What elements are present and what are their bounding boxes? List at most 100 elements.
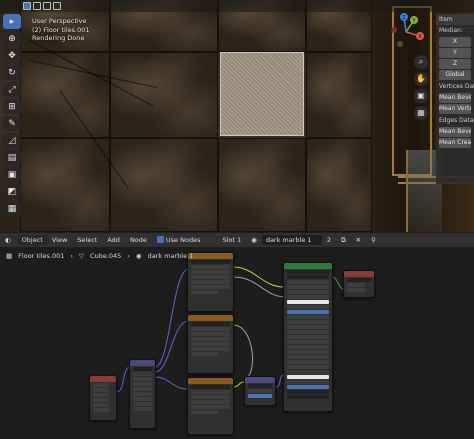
breadcrumb: ▦ Floor tiles.001 › ▽ Cube.045 › ◉ dark … (6, 252, 193, 260)
median-z-field[interactable]: Z (439, 59, 471, 69)
use-nodes-label: Use Nodes (165, 236, 201, 244)
socket-row (191, 390, 230, 394)
menu-select[interactable]: Select (72, 236, 102, 244)
socket-row (191, 342, 230, 346)
mean-crease-field[interactable]: Mean Crea (439, 138, 471, 148)
camera-icon[interactable]: ▣ (414, 89, 428, 103)
mean-bevel-vertex-field[interactable]: Mean Bevel (439, 93, 471, 103)
loopcut-tool-icon[interactable]: ▦ (3, 201, 21, 216)
socket-row (287, 385, 329, 389)
transform-tool-icon[interactable]: ⊞ (3, 99, 21, 114)
gizmo-x-label: X (418, 34, 422, 40)
cursor-tool-icon[interactable]: ⊕ (3, 31, 21, 46)
socket-row (287, 350, 329, 354)
socket-row (191, 347, 230, 351)
3d-viewport[interactable]: User Perspective (2) Floor tiles.001 Ren… (0, 0, 474, 232)
inset-tool-icon[interactable]: ▣ (3, 167, 21, 182)
texture-coordinate-node[interactable] (89, 375, 117, 421)
breadcrumb-object: Floor tiles.001 (18, 252, 65, 260)
node-editor-icon[interactable]: ◐ (0, 236, 16, 244)
global-toggle[interactable]: Global (439, 70, 471, 80)
menu-view[interactable]: View (47, 236, 72, 244)
socket-row (191, 265, 230, 269)
socket-row (133, 397, 152, 401)
median-x-field[interactable]: X (439, 37, 471, 47)
annotate-tool-icon[interactable]: ✎ (3, 116, 21, 131)
select-mode-icon[interactable] (23, 2, 31, 10)
pan-hand-icon[interactable]: ✋ (414, 72, 428, 86)
select-mode-icon[interactable] (33, 2, 41, 10)
socket-row (93, 383, 109, 387)
select-tool-icon[interactable]: ▸ (3, 14, 21, 29)
object-dropdown[interactable]: Object (17, 235, 47, 245)
marble-tile (306, 52, 372, 138)
gizmo-z-label: Z (402, 15, 406, 21)
mean-bevel-edge-field[interactable]: Mean Bevel (439, 127, 471, 137)
navigation-gizmo[interactable]: X Y Z (386, 12, 426, 52)
unlink-icon[interactable]: ✕ (351, 236, 366, 244)
material-output-node[interactable] (343, 270, 375, 298)
item-tab[interactable]: Item (436, 14, 474, 25)
marble-tile (20, 52, 110, 138)
socket-row (248, 394, 272, 398)
socket-row (287, 390, 329, 394)
menu-node[interactable]: Node (125, 236, 152, 244)
socket-row (133, 407, 152, 411)
socket-row (93, 403, 109, 407)
grid-view-icon[interactable]: ▦ (414, 106, 428, 120)
user-count-badge[interactable]: 2 (322, 236, 336, 244)
node-editor-header: ◐ Object View Select Add Node Use Nodes … (0, 233, 474, 247)
socket-row (287, 355, 329, 359)
principled-bsdf-node[interactable] (283, 262, 333, 412)
breadcrumb-material: dark marble 1 (147, 252, 194, 260)
image-texture-node[interactable] (187, 252, 234, 312)
select-mode-icon[interactable] (43, 2, 51, 10)
image-texture-node[interactable] (187, 314, 234, 374)
socket-row (287, 275, 329, 279)
node-header (245, 377, 275, 383)
use-nodes-toggle[interactable]: Use Nodes (152, 236, 206, 244)
socket-row (191, 395, 230, 399)
mean-vertex-crease-field[interactable]: Mean Verte (439, 104, 471, 114)
socket-row (191, 280, 230, 284)
socket-row (287, 340, 329, 344)
image-texture-node[interactable] (187, 377, 234, 435)
socket-row (93, 388, 109, 392)
select-mode-icon[interactable] (53, 2, 61, 10)
median-label: Median: (439, 27, 463, 34)
socket-row (287, 375, 329, 379)
extrude-tool-icon[interactable]: ▤ (3, 150, 21, 165)
measure-tool-icon[interactable]: ◿ (3, 133, 21, 148)
zoom-icon[interactable]: ⌕ (414, 55, 428, 69)
median-y-field[interactable]: Y (439, 48, 471, 58)
menu-add[interactable]: Add (102, 236, 125, 244)
chevron-right-icon: › (70, 252, 74, 260)
socket-row (133, 377, 152, 381)
slot-dropdown[interactable]: Slot 1 (217, 236, 246, 244)
viewport-header (0, 0, 474, 12)
scale-tool-icon[interactable]: ⤢ (3, 82, 21, 97)
normal-map-node[interactable] (244, 376, 276, 406)
viewport-info: User Perspective (2) Floor tiles.001 Ren… (32, 17, 90, 43)
rotate-tool-icon[interactable]: ↻ (3, 65, 21, 80)
selected-tile[interactable] (220, 52, 304, 136)
move-tool-icon[interactable]: ✥ (3, 48, 21, 63)
socket-row (133, 402, 152, 406)
socket-row (287, 360, 329, 364)
node-canvas[interactable] (0, 247, 474, 439)
bevel-tool-icon[interactable]: ◩ (3, 184, 21, 199)
mapping-node[interactable] (129, 359, 156, 429)
material-sphere-icon[interactable]: ◉ (246, 236, 262, 244)
socket-row (191, 385, 230, 389)
node-links (116, 266, 345, 393)
socket-row (191, 327, 230, 331)
socket-row (287, 295, 329, 299)
socket-row (191, 270, 230, 274)
pin-icon[interactable]: ⚲ (366, 236, 381, 244)
copy-material-icon[interactable]: ⧉ (336, 236, 351, 245)
node-header (90, 376, 116, 382)
material-name-field[interactable]: dark marble 1 (261, 235, 322, 245)
edges-data-label: Edges Data: (439, 117, 474, 124)
breadcrumb-mesh: Cube.045 (90, 252, 122, 260)
node-header (344, 271, 374, 277)
